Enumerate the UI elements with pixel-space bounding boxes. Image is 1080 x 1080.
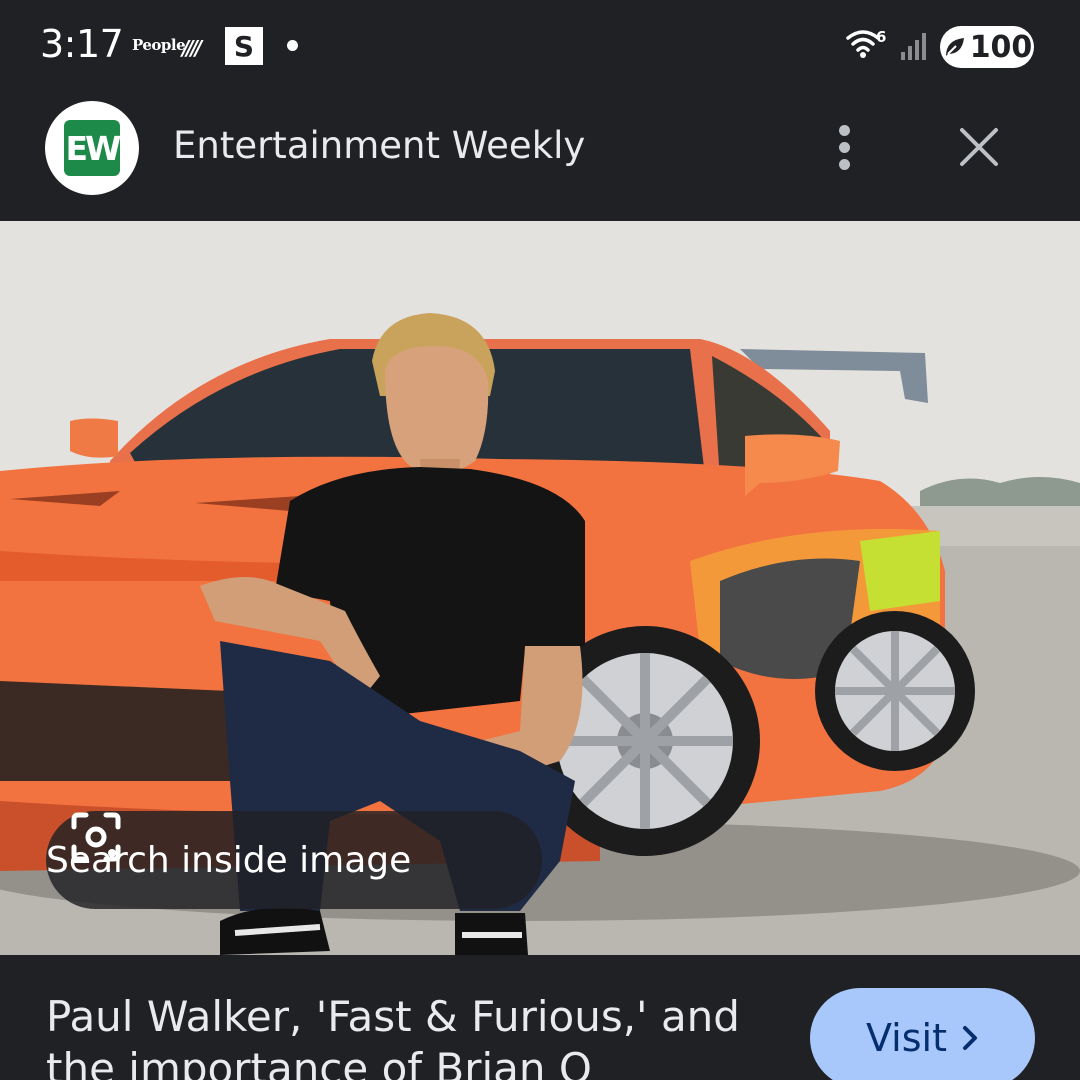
source-title[interactable]: Entertainment Weekly [173, 124, 585, 167]
battery-saver-icon [945, 38, 964, 56]
more-vert-icon [838, 124, 850, 136]
result-caption: Paul Walker, 'Fast & Furious,' and the i… [0, 955, 1080, 1080]
source-header: EW Entertainment Weekly [0, 96, 1080, 221]
more-notifications-dot-icon [287, 40, 298, 51]
lens-icon [71, 812, 121, 862]
wifi-icon: 6 [846, 28, 890, 66]
battery-level: 100 [969, 29, 1033, 65]
more-options-button[interactable] [820, 118, 868, 176]
close-button[interactable] [952, 120, 1006, 174]
s-notification-icon: S [225, 27, 263, 65]
source-avatar[interactable]: EW [45, 101, 139, 195]
search-inside-image-button[interactable]: Search inside image [46, 811, 542, 909]
close-icon [960, 128, 998, 166]
stripes-notification-icon: //// [182, 36, 202, 60]
people-notification-icon: People [132, 36, 186, 54]
visit-label: Visit [866, 1016, 947, 1060]
status-bar: 3:17 People //// S 6 100 [0, 0, 1080, 96]
visit-button[interactable]: Visit [810, 988, 1035, 1080]
result-image[interactable]: Search inside image [0, 221, 1080, 955]
signal-icon [900, 30, 930, 66]
article-title[interactable]: Paul Walker, 'Fast & Furious,' and the i… [46, 991, 766, 1080]
wifi-badge: 6 [876, 28, 886, 46]
status-time: 3:17 [40, 22, 124, 66]
chevron-right-icon [962, 1026, 977, 1050]
battery-indicator: 100 [940, 26, 1034, 68]
ew-logo: EW [64, 120, 121, 176]
